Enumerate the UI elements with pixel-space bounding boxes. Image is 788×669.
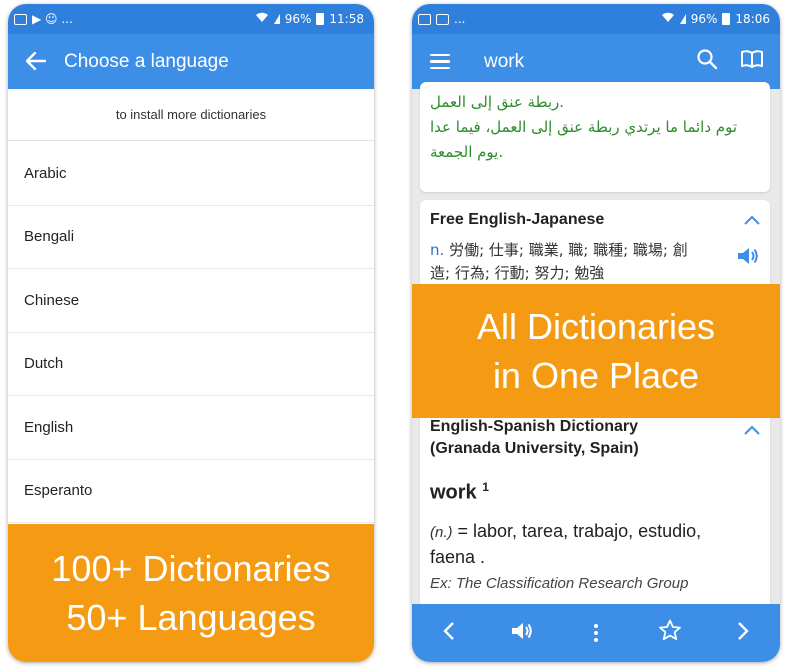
battery-percent: 96% [284, 12, 312, 26]
example-label: Ex: [430, 574, 452, 592]
menu-icon[interactable] [412, 53, 468, 70]
language-item-bengali[interactable]: Bengali [8, 206, 374, 269]
card-subtitle: (Granada University, Spain) [430, 440, 639, 457]
chevron-up-icon[interactable] [744, 420, 760, 439]
promo-line-1: 100+ Dictionaries [51, 548, 331, 589]
part-of-speech: n. [430, 241, 445, 259]
book-icon[interactable] [740, 49, 764, 74]
page-title: Choose a language [64, 50, 229, 72]
arabic-line: توم دائما ما يرتدي ربطة عنق إلى العمل، ف… [430, 118, 738, 136]
status-time: 11:58 [329, 12, 364, 26]
definition-line: = labor, tarea, trabajo, estudio, [452, 520, 702, 541]
definition-line: 造; 行為; 行動; 努力; 勉強 [430, 264, 605, 282]
card-title: Free English-Japanese [430, 210, 605, 228]
install-more-note[interactable]: to install more dictionaries [8, 89, 374, 141]
chevron-right-icon[interactable] [723, 619, 763, 647]
definition-text: (n.) = labor, tarea, trabajo, estudio, f… [430, 519, 760, 569]
arabic-example-card: .ربطة عنق إلى العمل توم دائما ما يرتدي ر… [420, 82, 770, 192]
promo-banner-left: 100+ Dictionaries 50+ Languages [8, 524, 374, 662]
phone-left: ▶ ☺ ... 96% 11:58 Choose a language to i… [8, 4, 374, 662]
wifi-icon [661, 12, 675, 26]
status-bar: ... 96% 18:06 [412, 4, 780, 34]
more-options-icon[interactable] [576, 624, 616, 642]
arabic-line: .ربطة عنق إلى العمل [430, 93, 565, 111]
headword: work 1 [430, 480, 760, 505]
app-bar: work [412, 34, 780, 89]
headword-text: work [430, 481, 477, 504]
language-list: Arabic Bengali Chinese Dutch English Esp… [8, 142, 374, 523]
headword-index: 1 [482, 480, 489, 494]
promo-line-2: 50+ Languages [66, 597, 316, 638]
language-item-esperanto[interactable]: Esperanto [8, 460, 374, 523]
language-item-chinese[interactable]: Chinese [8, 269, 374, 333]
arabic-line: .يوم الجمعة [430, 143, 504, 161]
definition-text: n. 労働; 仕事; 職業, 職; 職種; 職場; 創 造; 行為; 行動; 努… [430, 239, 760, 285]
status-bar: ▶ ☺ ... 96% 11:58 [8, 4, 374, 34]
promo-line-1: All Dictionaries [476, 306, 716, 347]
speaker-icon[interactable] [502, 619, 542, 647]
notification-icon [436, 13, 449, 25]
gallery-icon [14, 13, 27, 25]
chevron-left-icon[interactable] [429, 619, 469, 647]
promo-line-2: in One Place [492, 355, 700, 396]
language-item-dutch[interactable]: Dutch [8, 333, 374, 396]
search-term[interactable]: work [468, 51, 696, 73]
app-bar: Choose a language [8, 34, 374, 89]
card-title: English-Spanish Dictionary [430, 418, 639, 435]
speaker-icon[interactable] [736, 245, 760, 274]
battery-icon [722, 13, 731, 25]
back-arrow-icon[interactable] [8, 50, 64, 74]
definition-line: 労働; 仕事; 職業, 職; 職種; 職場; 創 [449, 241, 688, 259]
example-line: The Classification Research Group [451, 574, 689, 592]
language-item-arabic[interactable]: Arabic [8, 142, 374, 206]
language-item-english[interactable]: English [8, 396, 374, 460]
gallery-icon [418, 13, 431, 25]
battery-percent: 96% [690, 12, 718, 26]
signal-icon [679, 14, 686, 24]
spanish-dictionary-card: English-Spanish Dictionary (Granada Univ… [420, 408, 770, 614]
status-time: 18:06 [735, 12, 770, 26]
status-left-icons: ... [454, 12, 466, 26]
search-icon[interactable] [696, 48, 718, 75]
part-of-speech: (n.) [430, 523, 453, 541]
promo-banner-right: All Dictionaries in One Place [412, 284, 780, 418]
phone-right: ... 96% 18:06 work .ربطة عنق إلى العمل ت… [412, 4, 780, 662]
signal-icon [273, 14, 280, 24]
wifi-icon [255, 12, 269, 26]
chevron-up-icon[interactable] [744, 210, 760, 229]
status-left-icons: ▶ ☺ ... [32, 12, 73, 26]
definition-line: faena . [430, 546, 486, 567]
battery-icon [316, 13, 325, 25]
bottom-toolbar [412, 604, 780, 662]
example-text: Ex: The Classification Research Group [430, 575, 760, 592]
star-icon[interactable] [650, 619, 690, 647]
